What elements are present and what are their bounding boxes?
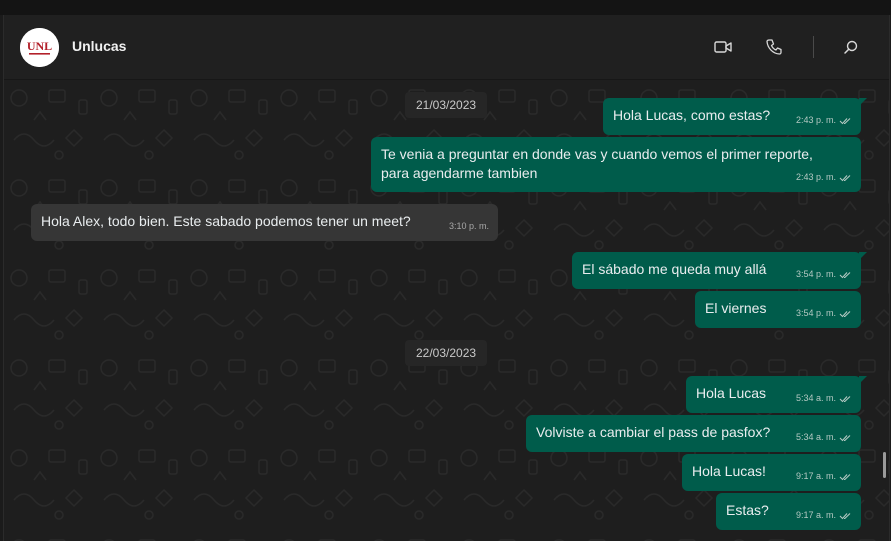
message-time: 3:54 p. m. — [795, 308, 836, 318]
message-bubble-outgoing[interactable]: Hola Lucas! 9:17 a. m. — [682, 454, 861, 491]
double-check-icon — [839, 310, 851, 317]
message-text: Hola Alex, todo bien. Este sabado podemo… — [41, 213, 411, 229]
avatar[interactable]: UNL — [20, 28, 59, 67]
scrollbar-thumb[interactable] — [883, 452, 886, 478]
message-bubble-outgoing[interactable]: Hola Lucas, como estas? 2:43 p. m. — [603, 98, 867, 135]
message-meta: 9:17 a. m. — [796, 506, 852, 525]
double-check-icon — [839, 271, 851, 278]
bubble-tail — [859, 252, 867, 260]
header-divider — [813, 36, 814, 58]
message-time: 5:34 a. m. — [795, 393, 836, 403]
message-text: El viernes — [705, 300, 767, 316]
message-list[interactable]: 21/03/2023 Hola Lucas, como estas? 2:43 … — [4, 80, 889, 541]
search-icon[interactable] — [841, 37, 861, 57]
message-text: Te venia a preguntar en donde vas y cuan… — [381, 146, 813, 181]
double-check-icon — [839, 512, 851, 519]
message-time: 2:43 p. m. — [795, 172, 836, 182]
date-separator: 22/03/2023 — [405, 340, 488, 366]
message-time: 5:34 a. m. — [795, 432, 836, 442]
chat-header: UNL Unlucas — [4, 15, 889, 80]
double-check-icon — [839, 117, 851, 124]
message-time: 2:43 p. m. — [795, 115, 836, 125]
chat-title[interactable]: Unlucas — [72, 38, 126, 54]
message-bubble-outgoing[interactable]: Estas? 9:17 a. m. — [716, 493, 861, 530]
message-meta: 3:54 p. m. — [796, 304, 852, 323]
message-time: 3:54 p. m. — [795, 269, 836, 279]
message-bubble-outgoing[interactable]: El viernes 3:54 p. m. — [695, 291, 861, 328]
message-text: El sábado me queda muy allá — [582, 261, 767, 277]
avatar-text: UNL — [27, 39, 52, 53]
double-check-icon — [839, 395, 851, 402]
message-text: Hola Lucas! — [692, 463, 766, 479]
double-check-icon — [839, 434, 851, 441]
message-bubble-outgoing[interactable]: Te venia a preguntar en donde vas y cuan… — [371, 137, 861, 192]
double-check-icon — [839, 174, 851, 181]
message-meta: 9:17 a. m. — [796, 467, 852, 486]
message-bubble-outgoing[interactable]: El sábado me queda muy allá 3:54 p. m. — [572, 252, 867, 289]
message-meta: 3:10 p. m. — [449, 217, 489, 236]
date-separator: 21/03/2023 — [405, 92, 488, 118]
message-text: Volviste a cambiar el pass de pasfox? — [536, 424, 771, 440]
message-bubble-incoming[interactable]: Hola Alex, todo bien. Este sabado podemo… — [31, 204, 498, 241]
message-text: Hola Lucas, como estas? — [613, 107, 771, 123]
message-time: 9:17 a. m. — [795, 510, 836, 520]
video-call-icon[interactable] — [713, 37, 733, 57]
voice-call-icon[interactable] — [764, 37, 784, 57]
message-text: Estas? — [726, 502, 769, 518]
message-time: 3:10 p. m. — [448, 221, 489, 231]
message-meta: 3:54 p. m. — [796, 265, 852, 284]
bubble-tail — [859, 98, 867, 106]
message-text: Hola Lucas — [696, 385, 767, 401]
message-time: 9:17 a. m. — [795, 471, 836, 481]
message-meta: 5:34 a. m. — [796, 389, 852, 408]
message-meta: 5:34 a. m. — [796, 428, 852, 447]
message-bubble-outgoing[interactable]: Hola Lucas 5:34 a. m. — [686, 376, 867, 413]
window-top-strip — [0, 0, 891, 15]
message-meta: 2:43 p. m. — [796, 168, 852, 187]
bubble-tail — [859, 376, 867, 384]
message-bubble-outgoing[interactable]: Volviste a cambiar el pass de pasfox? 5:… — [526, 415, 861, 452]
chat-window: UNL Unlucas 21/03/2023 Hola Lucas, como … — [3, 15, 890, 541]
unl-logo-icon: UNL — [20, 28, 59, 67]
double-check-icon — [839, 473, 851, 480]
message-meta: 2:43 p. m. — [796, 111, 852, 130]
